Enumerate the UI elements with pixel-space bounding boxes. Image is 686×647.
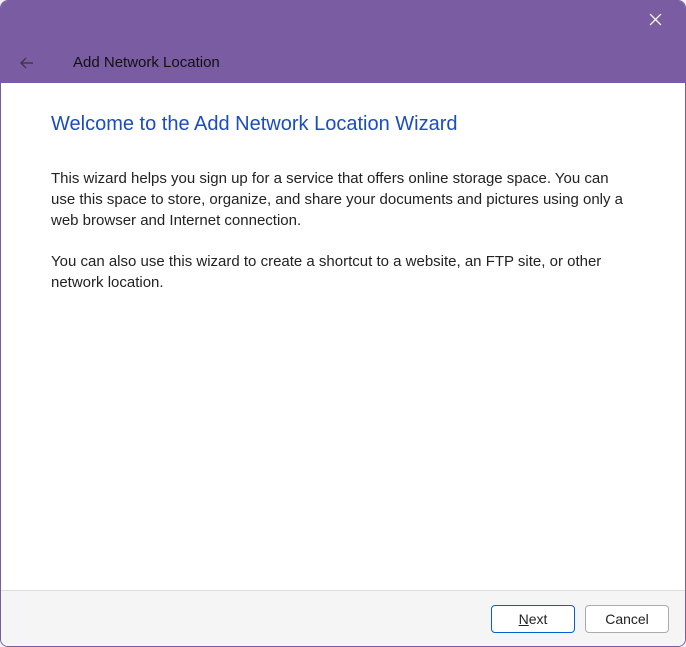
wizard-content: Welcome to the Add Network Location Wiza… bbox=[1, 83, 685, 590]
back-arrow-icon bbox=[19, 55, 35, 76]
window-title: Add Network Location bbox=[73, 54, 220, 71]
close-button[interactable] bbox=[635, 7, 675, 37]
intro-paragraph-1: This wizard helps you sign up for a serv… bbox=[51, 168, 635, 231]
back-button bbox=[15, 53, 39, 77]
intro-paragraph-2: You can also use this wizard to create a… bbox=[51, 251, 635, 293]
titlebar: Add Network Location bbox=[1, 1, 685, 83]
wizard-footer: Next Cancel bbox=[1, 590, 685, 646]
wizard-window: Add Network Location Welcome to the Add … bbox=[0, 0, 686, 647]
page-heading: Welcome to the Add Network Location Wiza… bbox=[51, 113, 635, 136]
next-button[interactable]: Next bbox=[491, 605, 575, 633]
cancel-button[interactable]: Cancel bbox=[585, 605, 669, 633]
close-icon bbox=[649, 13, 662, 31]
